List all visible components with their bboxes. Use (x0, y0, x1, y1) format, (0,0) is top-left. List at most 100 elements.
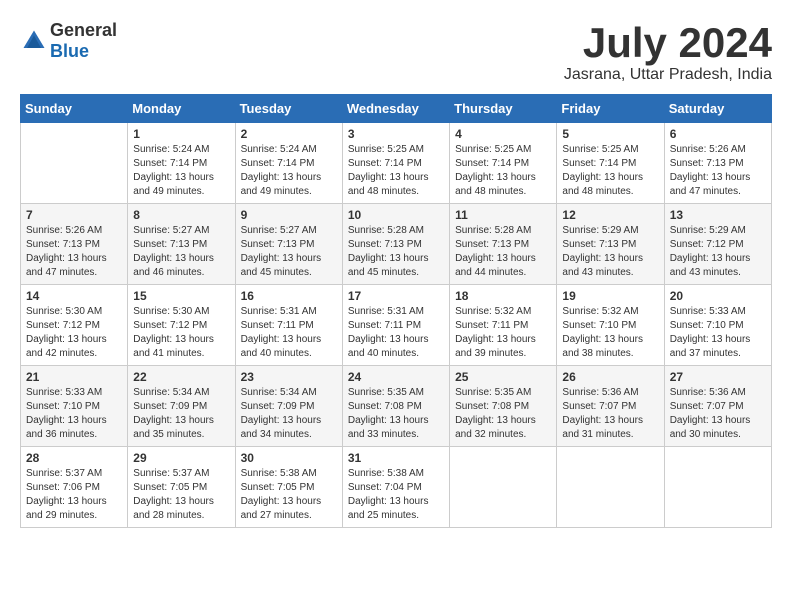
day-cell (21, 123, 128, 204)
day-number: 24 (348, 370, 444, 384)
logo-icon (20, 27, 48, 55)
day-cell: 25Sunrise: 5:35 AMSunset: 7:08 PMDayligh… (450, 366, 557, 447)
day-cell: 17 Sunrise: 5:31 AMSunset: 7:11 PMDayligh… (342, 285, 449, 366)
day-info: Sunrise: 5:33 AMSunset: 7:10 PMDaylight:… (670, 305, 766, 361)
day-cell: 8 Sunrise: 5:27 AMSunset: 7:13 PMDaylight… (128, 204, 235, 285)
day-cell: 6Sunrise: 5:26 AMSunset: 7:13 PMDaylight… (664, 123, 771, 204)
day-info: Sunrise: 5:27 AMSunset: 7:13 PMDaylight:… (133, 224, 229, 280)
day-number: 3 (348, 127, 444, 141)
weekday-header-monday: Monday (128, 95, 235, 123)
day-cell: 21Sunrise: 5:33 AMSunset: 7:10 PMDayligh… (21, 366, 128, 447)
day-info: Sunrise: 5:24 AMSunset: 7:14 PMDaylight:… (241, 143, 337, 199)
day-cell: 20 Sunrise: 5:33 AMSunset: 7:10 PMDayligh… (664, 285, 771, 366)
day-info: Sunrise: 5:25 AMSunset: 7:14 PMDaylight:… (562, 143, 658, 199)
weekday-header-tuesday: Tuesday (235, 95, 342, 123)
weekday-header-friday: Friday (557, 95, 664, 123)
day-number: 28 (26, 451, 122, 465)
week-row-1: 1 Sunrise: 5:24 AMSunset: 7:14 PMDaylight… (21, 123, 772, 204)
day-info: Sunrise: 5:31 AMSunset: 7:11 PMDaylight:… (348, 305, 444, 361)
day-info: Sunrise: 5:34 AMSunset: 7:09 PMDaylight:… (241, 386, 337, 442)
day-cell: 2 Sunrise: 5:24 AMSunset: 7:14 PMDaylight… (235, 123, 342, 204)
day-info: Sunrise: 5:24 AMSunset: 7:14 PMDaylight:… (133, 143, 229, 199)
day-info: Sunrise: 5:38 AMSunset: 7:05 PMDaylight:… (241, 467, 337, 523)
day-info: Sunrise: 5:35 AMSunset: 7:08 PMDaylight:… (348, 386, 444, 442)
title-block: July 2024 Jasrana, Uttar Pradesh, India (564, 20, 772, 84)
day-cell: 5 Sunrise: 5:25 AMSunset: 7:14 PMDaylight… (557, 123, 664, 204)
day-cell: 9 Sunrise: 5:27 AMSunset: 7:13 PMDaylight… (235, 204, 342, 285)
day-cell: 29 Sunrise: 5:37 AMSunset: 7:05 PMDayligh… (128, 447, 235, 528)
day-info: Sunrise: 5:26 AMSunset: 7:13 PMDaylight:… (670, 143, 766, 199)
day-info: Sunrise: 5:37 AMSunset: 7:06 PMDaylight:… (26, 467, 122, 523)
day-cell: 10Sunrise: 5:28 AMSunset: 7:13 PMDayligh… (342, 204, 449, 285)
logo: General Blue (20, 20, 117, 62)
day-number: 30 (241, 451, 337, 465)
day-info: Sunrise: 5:26 AMSunset: 7:13 PMDaylight:… (26, 224, 122, 280)
logo-text: General Blue (50, 20, 117, 62)
day-cell: 16 Sunrise: 5:31 AMSunset: 7:11 PMDayligh… (235, 285, 342, 366)
day-info: Sunrise: 5:27 AMSunset: 7:13 PMDaylight:… (241, 224, 337, 280)
day-info: Sunrise: 5:32 AMSunset: 7:10 PMDaylight:… (562, 305, 658, 361)
page-header: General Blue July 2024 Jasrana, Uttar Pr… (20, 20, 772, 84)
day-number: 7 (26, 208, 122, 222)
day-number: 19 (562, 289, 658, 303)
day-cell: 11Sunrise: 5:28 AMSunset: 7:13 PMDayligh… (450, 204, 557, 285)
day-cell: 26 Sunrise: 5:36 AMSunset: 7:07 PMDayligh… (557, 366, 664, 447)
weekday-header-row: SundayMondayTuesdayWednesdayThursdayFrid… (21, 95, 772, 123)
day-cell: 31Sunrise: 5:38 AMSunset: 7:04 PMDayligh… (342, 447, 449, 528)
day-cell: 1 Sunrise: 5:24 AMSunset: 7:14 PMDaylight… (128, 123, 235, 204)
day-cell: 28 Sunrise: 5:37 AMSunset: 7:06 PMDayligh… (21, 447, 128, 528)
day-number: 20 (670, 289, 766, 303)
day-info: Sunrise: 5:36 AMSunset: 7:07 PMDaylight:… (562, 386, 658, 442)
weekday-header-sunday: Sunday (21, 95, 128, 123)
day-number: 5 (562, 127, 658, 141)
weekday-header-saturday: Saturday (664, 95, 771, 123)
day-number: 29 (133, 451, 229, 465)
week-row-5: 28 Sunrise: 5:37 AMSunset: 7:06 PMDayligh… (21, 447, 772, 528)
day-number: 25 (455, 370, 551, 384)
day-number: 18 (455, 289, 551, 303)
day-number: 8 (133, 208, 229, 222)
day-info: Sunrise: 5:29 AMSunset: 7:13 PMDaylight:… (562, 224, 658, 280)
day-number: 9 (241, 208, 337, 222)
day-number: 10 (348, 208, 444, 222)
weekday-header-thursday: Thursday (450, 95, 557, 123)
calendar-table: SundayMondayTuesdayWednesdayThursdayFrid… (20, 94, 772, 528)
week-row-3: 14 Sunrise: 5:30 AMSunset: 7:12 PMDayligh… (21, 285, 772, 366)
day-number: 26 (562, 370, 658, 384)
day-cell: 3 Sunrise: 5:25 AMSunset: 7:14 PMDaylight… (342, 123, 449, 204)
day-info: Sunrise: 5:31 AMSunset: 7:11 PMDaylight:… (241, 305, 337, 361)
day-info: Sunrise: 5:25 AMSunset: 7:14 PMDaylight:… (348, 143, 444, 199)
location-subtitle: Jasrana, Uttar Pradesh, India (564, 66, 772, 84)
day-info: Sunrise: 5:38 AMSunset: 7:04 PMDaylight:… (348, 467, 444, 523)
day-number: 1 (133, 127, 229, 141)
day-cell: 22 Sunrise: 5:34 AMSunset: 7:09 PMDayligh… (128, 366, 235, 447)
day-number: 4 (455, 127, 551, 141)
day-info: Sunrise: 5:30 AMSunset: 7:12 PMDaylight:… (133, 305, 229, 361)
day-number: 12 (562, 208, 658, 222)
day-info: Sunrise: 5:37 AMSunset: 7:05 PMDaylight:… (133, 467, 229, 523)
day-number: 2 (241, 127, 337, 141)
day-number: 11 (455, 208, 551, 222)
day-number: 22 (133, 370, 229, 384)
day-info: Sunrise: 5:32 AMSunset: 7:11 PMDaylight:… (455, 305, 551, 361)
day-cell (557, 447, 664, 528)
day-cell: 23Sunrise: 5:34 AMSunset: 7:09 PMDayligh… (235, 366, 342, 447)
day-info: Sunrise: 5:25 AMSunset: 7:14 PMDaylight:… (455, 143, 551, 199)
day-info: Sunrise: 5:29 AMSunset: 7:12 PMDaylight:… (670, 224, 766, 280)
day-number: 27 (670, 370, 766, 384)
day-cell (450, 447, 557, 528)
day-number: 14 (26, 289, 122, 303)
day-number: 13 (670, 208, 766, 222)
day-cell: 14Sunrise: 5:30 AMSunset: 7:12 PMDayligh… (21, 285, 128, 366)
day-number: 16 (241, 289, 337, 303)
day-number: 17 (348, 289, 444, 303)
day-cell: 24 Sunrise: 5:35 AMSunset: 7:08 PMDayligh… (342, 366, 449, 447)
day-cell: 27Sunrise: 5:36 AMSunset: 7:07 PMDayligh… (664, 366, 771, 447)
day-cell: 13 Sunrise: 5:29 AMSunset: 7:12 PMDayligh… (664, 204, 771, 285)
day-cell (664, 447, 771, 528)
day-info: Sunrise: 5:34 AMSunset: 7:09 PMDaylight:… (133, 386, 229, 442)
day-cell: 18 Sunrise: 5:32 AMSunset: 7:11 PMDayligh… (450, 285, 557, 366)
week-row-4: 21Sunrise: 5:33 AMSunset: 7:10 PMDayligh… (21, 366, 772, 447)
day-cell: 7 Sunrise: 5:26 AMSunset: 7:13 PMDaylight… (21, 204, 128, 285)
week-row-2: 7 Sunrise: 5:26 AMSunset: 7:13 PMDaylight… (21, 204, 772, 285)
